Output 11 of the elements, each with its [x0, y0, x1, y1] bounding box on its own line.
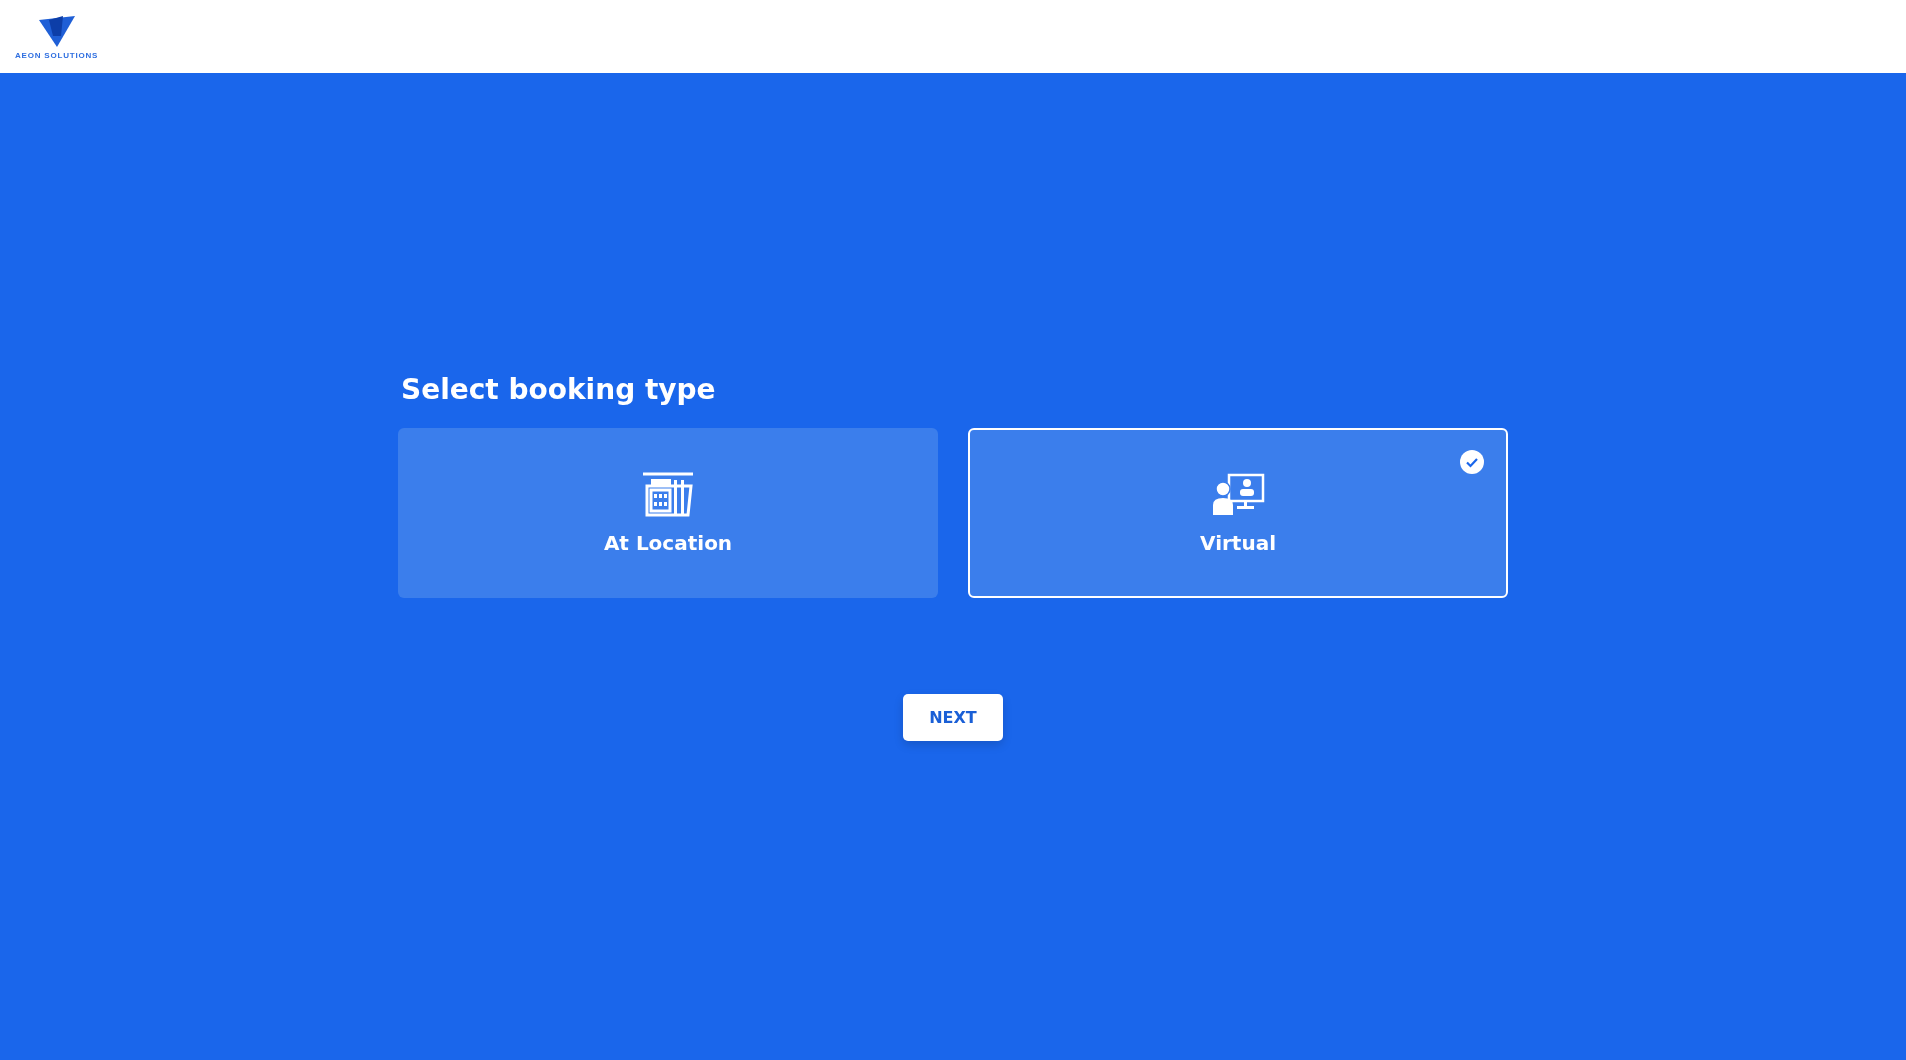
- option-label: At Location: [603, 531, 733, 555]
- booking-option-card[interactable]: At Location: [398, 428, 938, 598]
- logo-icon: [36, 13, 77, 48]
- building-icon: [641, 471, 695, 517]
- option-label: Virtual: [1200, 531, 1276, 555]
- video-call-icon: [1211, 471, 1265, 517]
- next-button[interactable]: NEXT: [903, 694, 1003, 741]
- check-icon: [1460, 450, 1484, 474]
- page-title: Select booking type: [401, 373, 717, 406]
- booking-option-card[interactable]: Virtual: [968, 428, 1508, 598]
- logo-text: AEON SOLUTIONS: [15, 50, 99, 60]
